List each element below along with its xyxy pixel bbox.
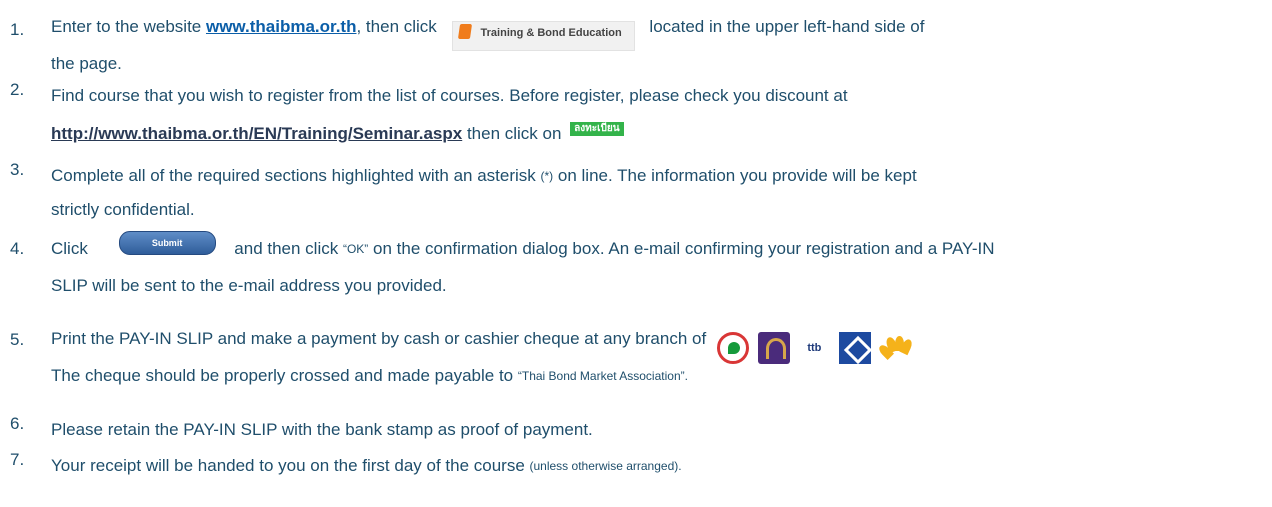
step-text: The cheque should be properly crossed an… xyxy=(51,366,518,385)
button-label: Training & Bond Education xyxy=(480,27,622,39)
ttb-logo: ttb xyxy=(798,331,831,364)
step-body: Find course that you wish to register fr… xyxy=(51,80,1264,149)
step-number: 3. xyxy=(10,160,25,179)
step-text-note: (unless otherwise arranged). xyxy=(529,459,682,473)
register-button[interactable]: ลงทะเบียน xyxy=(570,122,624,136)
step-line: Print the PAY-IN SLIP and make a payment… xyxy=(51,318,1264,364)
step-text: the page. xyxy=(51,54,122,73)
asterisk-note: (*) xyxy=(540,169,554,183)
step-text: Enter to the website xyxy=(51,17,206,36)
step-line: Find course that you wish to register fr… xyxy=(51,80,1264,111)
step-text: on line. The information you provide wil… xyxy=(553,166,917,185)
step-text: and then click xyxy=(229,239,343,258)
step-line: strictly confidential. xyxy=(51,194,1264,225)
step-line: The cheque should be properly crossed an… xyxy=(51,360,1264,391)
step-line: Your receipt will be handed to you on th… xyxy=(51,450,1264,481)
step-number: 5. xyxy=(10,330,25,349)
step-body: Print the PAY-IN SLIP and make a payment… xyxy=(51,318,1264,391)
step-text: Your receipt will be handed to you on th… xyxy=(51,456,530,475)
step-line: Enter to the website www.thaibma.or.th, … xyxy=(51,6,1264,51)
step-text: Click xyxy=(51,239,93,258)
book-icon xyxy=(457,24,472,39)
kasikorn-bank-logo xyxy=(716,331,749,364)
submit-button[interactable]: Submit xyxy=(118,231,216,255)
website-link[interactable]: www.thaibma.or.th xyxy=(206,17,357,36)
step-body: Click Submit and then click “OK” on the … xyxy=(51,228,1264,301)
step-text: then click on xyxy=(462,124,567,143)
training-bond-education-button[interactable]: Training & Bond Education xyxy=(451,21,635,51)
step-text: located in the upper left-hand side of xyxy=(644,17,925,36)
step-line: http://www.thaibma.or.th/EN/Training/Sem… xyxy=(51,118,1264,149)
ok-quote: “OK” xyxy=(342,242,369,256)
registration-steps: 1. Enter to the website www.thaibma.or.t… xyxy=(0,0,1272,507)
bangkok-bank-logo xyxy=(839,331,872,364)
step-number: 2. xyxy=(10,80,25,99)
step-text: strictly confidential. xyxy=(51,200,195,219)
step-body: Enter to the website www.thaibma.or.th, … xyxy=(51,6,1264,79)
step-line: Click Submit and then click “OK” on the … xyxy=(51,228,1264,270)
step-line: SLIP will be sent to the e-mail address … xyxy=(51,270,1264,301)
step-number: 1. xyxy=(10,20,25,39)
step-body: Please retain the PAY-IN SLIP with the b… xyxy=(51,414,1264,445)
scb-logo xyxy=(757,331,790,364)
step-text: Please retain the PAY-IN SLIP with the b… xyxy=(51,420,593,439)
step-number: 6. xyxy=(10,414,25,433)
step-number: 4. xyxy=(10,239,25,258)
step-line: Please retain the PAY-IN SLIP with the b… xyxy=(51,414,1264,445)
krungthai-bank-logo xyxy=(876,331,914,364)
step-text: SLIP will be sent to the e-mail address … xyxy=(51,276,447,295)
seminar-link[interactable]: http://www.thaibma.or.th/EN/Training/Sem… xyxy=(51,124,462,143)
step-line: the page. xyxy=(51,48,1264,79)
step-body: Complete all of the required sections hi… xyxy=(51,160,1264,225)
step-text: Find course that you wish to register fr… xyxy=(51,86,848,105)
step-line: Complete all of the required sections hi… xyxy=(51,160,1264,191)
step-text: Print the PAY-IN SLIP and make a payment… xyxy=(51,329,711,348)
step-text: on the confirmation dialog box. An e-mai… xyxy=(368,239,995,258)
step-text: Complete all of the required sections hi… xyxy=(51,166,541,185)
step-body: Your receipt will be handed to you on th… xyxy=(51,450,1264,481)
step-text: , then click xyxy=(356,17,442,36)
payee-name: “Thai Bond Market Association”. xyxy=(517,369,688,383)
step-number: 7. xyxy=(10,450,25,469)
